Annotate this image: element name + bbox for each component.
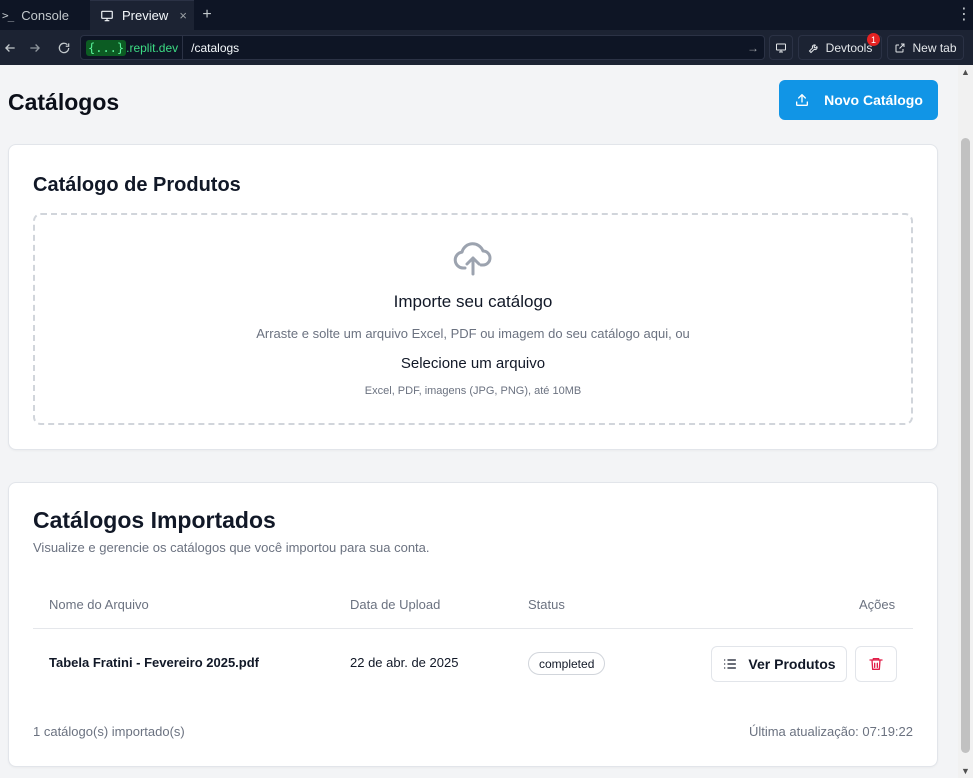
devtools-label: Devtools xyxy=(825,40,873,55)
page-scrollbar[interactable]: ▲ ▼ xyxy=(958,65,973,778)
arrow-right-icon xyxy=(30,43,40,52)
monitor-icon xyxy=(776,43,786,52)
url-domain-chip: {...} xyxy=(86,39,127,56)
arrow-left-icon xyxy=(5,43,15,52)
close-tab-icon[interactable]: × xyxy=(179,8,187,23)
view-products-label: Ver Produtos xyxy=(748,656,836,672)
reload-button[interactable] xyxy=(50,30,78,65)
imported-catalogs-card: Catálogos Importados Visualize e gerenci… xyxy=(8,482,938,767)
new-tab-button[interactable]: New tab xyxy=(887,35,964,60)
page-title: Catálogos xyxy=(8,89,120,115)
upload-card: Catálogo de Produtos Importe seu catálog… xyxy=(8,144,938,450)
trash-icon xyxy=(869,658,883,670)
upload-icon xyxy=(796,94,809,106)
devtools-badge: 1 xyxy=(867,33,880,46)
url-path: /catalogs xyxy=(191,40,240,55)
monitor-icon xyxy=(101,10,113,21)
column-header-status: Status xyxy=(528,597,565,612)
new-tab-label: New tab xyxy=(912,40,957,55)
back-button[interactable] xyxy=(0,30,20,65)
row-file-name: Tabela Fratini - Fevereiro 2025.pdf xyxy=(49,655,259,670)
forward-button[interactable] xyxy=(20,30,50,65)
list-icon xyxy=(724,659,737,669)
devtools-button[interactable]: Devtools 1 xyxy=(798,33,882,60)
go-arrow-icon[interactable]: → xyxy=(742,41,764,55)
url-domain: {...} .replit.dev xyxy=(81,36,184,59)
scroll-up-icon[interactable]: ▲ xyxy=(961,67,970,77)
delete-catalog-button[interactable] xyxy=(855,646,897,682)
dropzone-hint: Excel, PDF, imagens (JPG, PNG), até 10MB xyxy=(364,385,582,397)
imported-card-subtitle: Visualize e gerencie os catálogos que vo… xyxy=(33,540,430,555)
upload-card-title: Catálogo de Produtos xyxy=(33,174,241,196)
browser-address-bar: {...} .replit.dev /catalogs → Devtools 1… xyxy=(0,30,973,65)
device-preview-button[interactable] xyxy=(769,35,793,60)
new-catalog-button[interactable]: Novo Catálogo xyxy=(779,80,938,120)
select-file-link[interactable]: Selecione um arquivo xyxy=(35,355,911,372)
browser-tab-bar: >_ Console Preview × + ⋮ xyxy=(0,0,973,30)
external-link-icon xyxy=(895,43,905,52)
column-header-file: Nome do Arquivo xyxy=(49,597,149,612)
tab-preview[interactable]: Preview × xyxy=(90,0,194,30)
page-viewport: Catálogos Novo Catálogo Catálogo de Prod… xyxy=(0,65,958,778)
add-tab-button[interactable]: + xyxy=(194,6,220,24)
new-catalog-label: Novo Catálogo xyxy=(824,92,923,108)
row-upload-date: 22 de abr. de 2025 xyxy=(350,655,459,670)
catalog-count: 1 catálogo(s) importado(s) xyxy=(33,724,185,739)
scrollbar-thumb[interactable] xyxy=(961,138,970,753)
status-badge: completed xyxy=(528,652,606,675)
column-header-actions: Ações xyxy=(859,597,896,612)
column-header-date: Data de Upload xyxy=(350,597,441,612)
last-updated: Última atualização: 07:19:22 xyxy=(748,724,913,739)
url-domain-text: .replit.dev xyxy=(126,40,179,55)
terminal-icon: >_ xyxy=(2,8,14,22)
url-field[interactable]: {...} .replit.dev /catalogs → xyxy=(80,35,765,60)
file-dropzone[interactable]: Importe seu catálogo Arraste e solte um … xyxy=(33,213,913,425)
dropzone-description: Arraste e solte um arquivo Excel, PDF ou… xyxy=(256,326,690,341)
more-menu-icon[interactable]: ⋮ xyxy=(955,7,973,23)
imported-card-title: Catálogos Importados xyxy=(33,507,276,533)
tab-console-label: Console xyxy=(21,7,69,23)
tab-preview-label: Preview xyxy=(122,8,169,23)
table-header-divider xyxy=(33,628,913,629)
wrench-icon xyxy=(808,43,818,53)
view-products-button[interactable]: Ver Produtos xyxy=(711,646,847,682)
tab-console[interactable]: >_ Console xyxy=(0,0,90,30)
dropzone-heading: Importe seu catálogo xyxy=(393,292,553,311)
scroll-down-icon[interactable]: ▼ xyxy=(961,766,970,776)
cloud-upload-icon xyxy=(453,242,492,276)
reload-icon xyxy=(58,42,70,53)
